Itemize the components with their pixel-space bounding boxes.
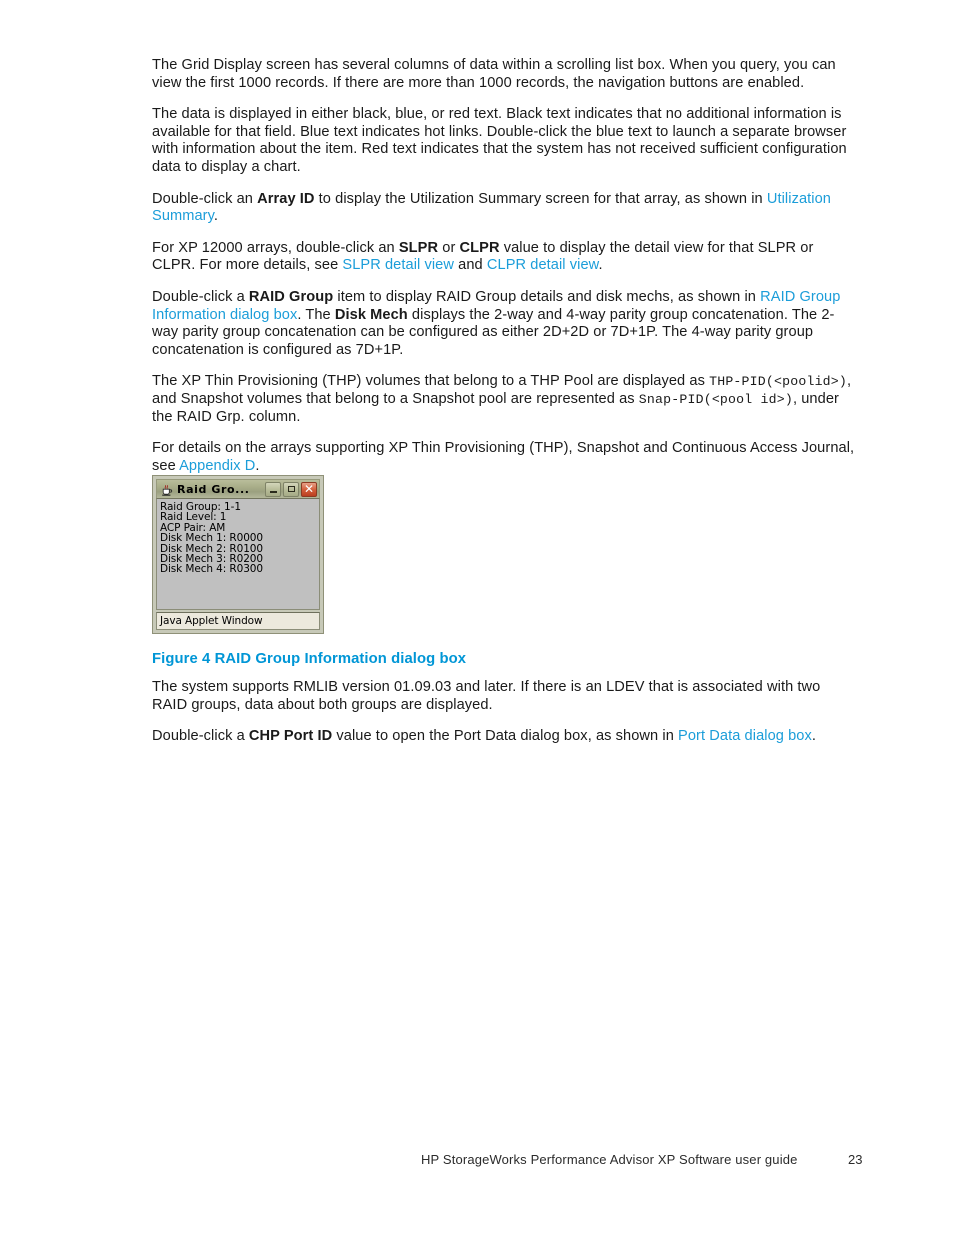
term-chp-port-id: CHP Port ID bbox=[248, 728, 333, 745]
window-title: Raid Gro... bbox=[177, 482, 250, 496]
java-coffee-cup-icon bbox=[160, 482, 174, 496]
link-port-data-dialog-box[interactable]: Port Data dialog box bbox=[678, 728, 812, 744]
text-fragment: . bbox=[213, 208, 219, 225]
paragraph-thin-provisioning: The XP Thin Provisioning (THP) volumes t… bbox=[152, 373, 859, 426]
term-raid-group: RAID Group bbox=[248, 288, 334, 305]
list-item: Disk Mech 4: R0300 bbox=[160, 563, 263, 576]
window-controls: ✕ bbox=[265, 481, 317, 497]
minimize-button[interactable] bbox=[265, 481, 281, 497]
paragraph-appendix-reference: For details on the arrays supporting XP … bbox=[152, 440, 859, 475]
paragraph-array-id: Double-click an Array ID to display the … bbox=[152, 191, 859, 226]
page-body-text: The Grid Display screen has several colu… bbox=[152, 57, 859, 489]
text-fragment: Double-click an bbox=[152, 190, 258, 207]
raid-group-window: Raid Gro... ✕ Raid Group: 1-1 Raid Level… bbox=[152, 475, 324, 634]
page-footer: HP StorageWorks Performance Advisor XP S… bbox=[0, 1152, 954, 1172]
paragraph-grid-display: The Grid Display screen has several colu… bbox=[152, 57, 836, 91]
link-appendix-d[interactable]: Appendix D bbox=[179, 458, 255, 474]
text-fragment: . bbox=[811, 728, 817, 745]
text-fragment: Double-click a bbox=[152, 288, 249, 305]
link-clpr-detail-view[interactable]: CLPR detail view bbox=[487, 257, 599, 273]
footer-page-number: 23 bbox=[848, 1152, 863, 1167]
raid-group-info-list: Raid Group: 1-1 Raid Level: 1 ACP Pair: … bbox=[156, 498, 320, 610]
text-fragment: The XP Thin Provisioning (THP) volumes t… bbox=[152, 373, 710, 390]
text-fragment: For XP 12000 arrays, double-click an bbox=[152, 239, 399, 256]
code-thp-pid: THP-PID(<poolid>) bbox=[709, 374, 848, 390]
page-body-text-continued: The system supports RMLIB version 01.09.… bbox=[152, 679, 859, 760]
term-slpr: SLPR bbox=[398, 239, 439, 256]
maximize-button[interactable] bbox=[283, 481, 299, 497]
paragraph-raid-group: Double-click a RAID Group item to displa… bbox=[152, 289, 859, 359]
figure-caption: Figure 4 RAID Group Information dialog b… bbox=[152, 651, 467, 667]
text-fragment: . bbox=[598, 257, 603, 274]
link-slpr-detail-view[interactable]: SLPR detail view bbox=[342, 257, 454, 273]
footer-guide-title: HP StorageWorks Performance Advisor XP S… bbox=[421, 1152, 798, 1167]
close-button[interactable]: ✕ bbox=[301, 481, 317, 497]
window-titlebar[interactable]: Raid Gro... ✕ bbox=[156, 479, 320, 498]
close-icon: ✕ bbox=[303, 481, 315, 496]
paragraph-text-colors: The data is displayed in either black, b… bbox=[152, 106, 847, 175]
term-array-id: Array ID bbox=[257, 190, 315, 207]
text-fragment: and bbox=[454, 257, 487, 274]
paragraph-slpr-clpr: For XP 12000 arrays, double-click an SLP… bbox=[152, 240, 859, 275]
text-fragment: . The bbox=[297, 306, 335, 323]
paragraph-rmlib-version: The system supports RMLIB version 01.09.… bbox=[152, 679, 821, 713]
text-fragment: Double-click a bbox=[152, 728, 249, 745]
document-page: The Grid Display screen has several colu… bbox=[0, 0, 954, 1235]
status-bar-text: Java Applet Window bbox=[160, 615, 263, 627]
figure-raid-group-dialog: Raid Gro... ✕ Raid Group: 1-1 Raid Level… bbox=[152, 475, 324, 634]
term-disk-mech: Disk Mech bbox=[334, 306, 408, 323]
text-fragment: item to display RAID Group details and d… bbox=[333, 288, 761, 305]
term-clpr: CLPR bbox=[459, 239, 500, 256]
maximize-icon bbox=[287, 486, 295, 492]
text-fragment: to display the Utilization Summary scree… bbox=[314, 190, 767, 207]
window-status-bar: Java Applet Window bbox=[156, 612, 320, 630]
code-snap-pid: Snap-PID(<pool id>) bbox=[638, 391, 793, 407]
text-fragment: . bbox=[255, 457, 260, 474]
text-fragment: or bbox=[438, 239, 460, 256]
paragraph-chp-port-id: Double-click a CHP Port ID value to open… bbox=[152, 728, 859, 746]
text-fragment: value to open the Port Data dialog box, … bbox=[332, 728, 679, 745]
minimize-icon bbox=[269, 490, 277, 493]
